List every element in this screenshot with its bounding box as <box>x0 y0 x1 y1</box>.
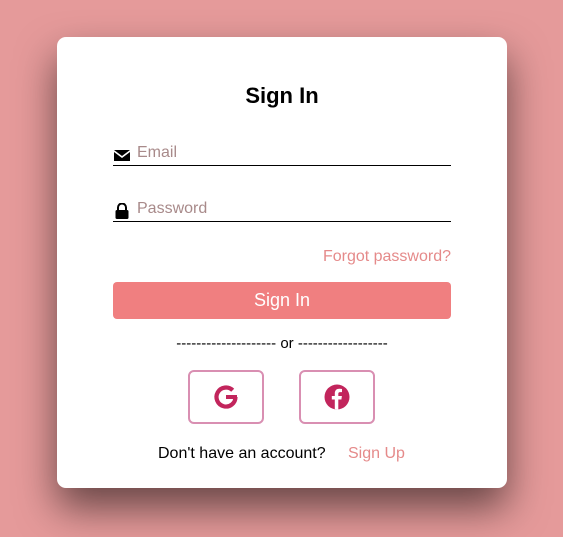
email-field[interactable] <box>113 143 451 166</box>
envelope-icon <box>113 147 131 163</box>
signin-card: Sign In Forgot password? Sign In -------… <box>57 37 507 488</box>
lock-icon <box>113 202 131 219</box>
forgot-password-link[interactable]: Forgot password? <box>323 248 451 266</box>
signup-link[interactable]: Sign Up <box>348 445 405 463</box>
signup-prompt: Don't have an account? <box>158 445 326 462</box>
google-icon <box>214 385 238 409</box>
facebook-signin-button[interactable] <box>299 370 375 424</box>
facebook-icon <box>324 384 350 410</box>
page-title: Sign In <box>245 83 319 108</box>
email-input[interactable] <box>137 143 447 163</box>
password-field[interactable] <box>113 199 451 222</box>
or-divider: -------------------- or ----------------… <box>176 335 388 352</box>
signin-button[interactable]: Sign In <box>113 282 451 319</box>
password-input[interactable] <box>137 199 447 219</box>
google-signin-button[interactable] <box>188 370 264 424</box>
